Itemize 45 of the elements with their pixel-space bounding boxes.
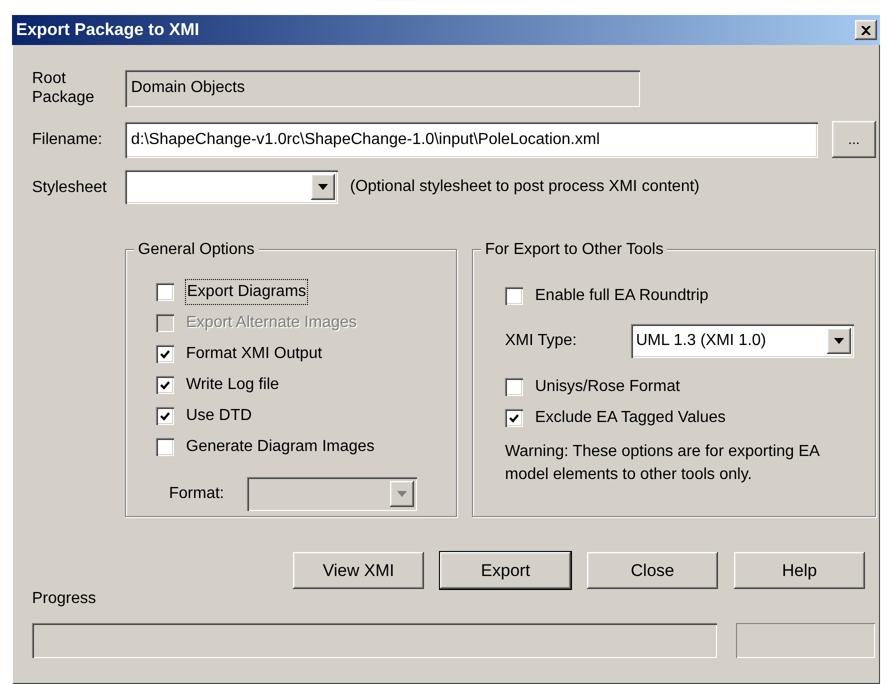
dialog-button[interactable]: Close	[587, 552, 718, 590]
group-title: General Options	[134, 240, 259, 260]
field-label: XMI Type:	[505, 330, 578, 351]
browse-button[interactable]: ...	[832, 121, 876, 158]
checkbox-option[interactable]: Export Diagrams	[156, 276, 456, 308]
checkbox-option[interactable]: Write Log file	[156, 370, 456, 401]
stylesheet-dropdown[interactable]	[125, 170, 338, 204]
checkbox[interactable]	[156, 283, 174, 302]
checkbox[interactable]	[156, 438, 174, 456]
checkbox-option[interactable]: Enable full EA Roundtrip	[505, 280, 875, 312]
checkmark-icon	[509, 414, 519, 423]
root-package-field: Domain Objects	[125, 70, 640, 107]
field-label: Stylesheet	[32, 178, 108, 197]
dropdown-arrow-icon	[834, 338, 844, 344]
checkmark-icon	[160, 350, 170, 359]
checkbox[interactable]	[505, 409, 523, 428]
close-icon	[861, 26, 871, 34]
checkbox-option[interactable]: Format XMI Output	[156, 338, 456, 370]
checkbox-option[interactable]: Unisys/Rose Format	[505, 372, 875, 403]
checkmark-icon	[160, 380, 170, 390]
dialog-button[interactable]: View XMI	[293, 552, 424, 590]
warning-text: Warning: These options are for exporting EA model elements to other tools only.	[505, 442, 821, 485]
checkbox-option[interactable]: Generate Diagram Images	[156, 432, 456, 463]
close-button[interactable]	[855, 20, 877, 40]
hint-text: (Optional stylesheet to post process XMI content)	[350, 177, 700, 198]
checkbox[interactable]	[156, 376, 174, 394]
checkbox[interactable]	[505, 378, 523, 396]
checkbox-option[interactable]: Use DTD	[156, 400, 456, 432]
field-label: Format:	[169, 484, 226, 504]
field-label: Filename:	[32, 130, 104, 150]
checkbox-option[interactable]: Exclude EA Tagged Values	[505, 402, 875, 434]
checkbox[interactable]	[505, 287, 523, 306]
checkmark-icon	[160, 412, 170, 421]
field-label: Root Package	[32, 69, 96, 108]
checkbox[interactable]	[156, 345, 174, 364]
dialog-button[interactable]: Help	[734, 552, 865, 590]
dropdown-arrow-icon	[318, 184, 328, 190]
checkbox[interactable]	[156, 407, 174, 426]
progress-label: Progress	[32, 589, 98, 610]
group-title: For Export to Other Tools	[481, 240, 668, 260]
dropdown-arrow-icon	[397, 490, 407, 497]
filename-field[interactable]: d:\ShapeChange-v1.0rc\ShapeChange-1.0\input\PoleLocation.xml	[125, 122, 818, 158]
xmi-type-dropdown[interactable]: UML 1.3 (XMI 1.0)	[631, 324, 854, 358]
window-title: Export Package to XMI	[16, 19, 200, 42]
dialog-button[interactable]: Export	[440, 552, 571, 590]
